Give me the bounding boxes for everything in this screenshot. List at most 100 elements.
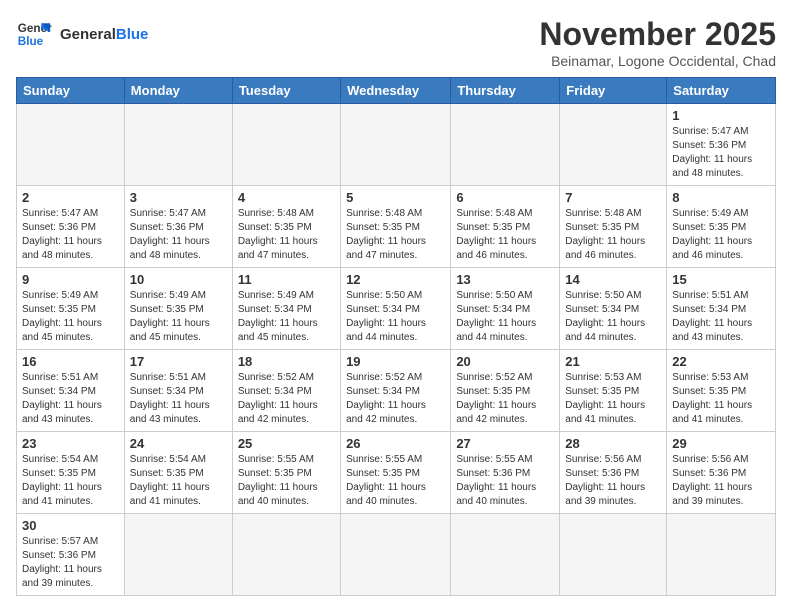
day-number: 28	[565, 436, 661, 451]
calendar-cell	[667, 514, 776, 596]
day-info: Sunrise: 5:56 AM Sunset: 5:36 PM Dayligh…	[672, 453, 770, 509]
calendar-cell	[560, 104, 667, 186]
day-info: Sunrise: 5:47 AM Sunset: 5:36 PM Dayligh…	[130, 207, 227, 263]
day-number: 25	[238, 436, 335, 451]
day-info: Sunrise: 5:56 AM Sunset: 5:36 PM Dayligh…	[565, 453, 661, 509]
calendar-cell: 14 Sunrise: 5:50 AM Sunset: 5:34 PM Dayli…	[560, 268, 667, 350]
calendar-cell: 23 Sunrise: 5:54 AM Sunset: 5:35 PM Dayli…	[17, 432, 125, 514]
day-number: 9	[22, 272, 119, 287]
calendar-cell	[451, 514, 560, 596]
calendar-cell	[232, 514, 340, 596]
calendar-cell: 6 Sunrise: 5:48 AM Sunset: 5:35 PM Daylig…	[451, 186, 560, 268]
day-number: 27	[456, 436, 554, 451]
day-info: Sunrise: 5:49 AM Sunset: 5:34 PM Dayligh…	[238, 289, 335, 345]
calendar-cell: 1 Sunrise: 5:47 AM Sunset: 5:36 PM Daylig…	[667, 104, 776, 186]
calendar-cell: 21 Sunrise: 5:53 AM Sunset: 5:35 PM Dayli…	[560, 350, 667, 432]
day-info: Sunrise: 5:53 AM Sunset: 5:35 PM Dayligh…	[565, 371, 661, 427]
weekday-header-sunday: Sunday	[17, 78, 125, 104]
weekday-header-row: SundayMondayTuesdayWednesdayThursdayFrid…	[17, 78, 776, 104]
day-info: Sunrise: 5:52 AM Sunset: 5:34 PM Dayligh…	[346, 371, 445, 427]
calendar-cell	[232, 104, 340, 186]
calendar-cell: 13 Sunrise: 5:50 AM Sunset: 5:34 PM Dayli…	[451, 268, 560, 350]
day-number: 10	[130, 272, 227, 287]
calendar-cell: 3 Sunrise: 5:47 AM Sunset: 5:36 PM Daylig…	[124, 186, 232, 268]
calendar-cell: 26 Sunrise: 5:55 AM Sunset: 5:35 PM Dayli…	[341, 432, 451, 514]
calendar-cell: 20Sunrise: 5:52 AM Sunset: 5:35 PM Dayli…	[451, 350, 560, 432]
day-info: Sunrise: 5:50 AM Sunset: 5:34 PM Dayligh…	[565, 289, 661, 345]
day-number: 29	[672, 436, 770, 451]
day-number: 15	[672, 272, 770, 287]
day-number: 23	[22, 436, 119, 451]
svg-text:Blue: Blue	[18, 35, 44, 48]
day-number: 21	[565, 354, 661, 369]
day-number: 22	[672, 354, 770, 369]
day-info: Sunrise: 5:47 AM Sunset: 5:36 PM Dayligh…	[672, 125, 770, 181]
calendar-cell	[560, 514, 667, 596]
calendar-cell: 18Sunrise: 5:52 AM Sunset: 5:34 PM Dayli…	[232, 350, 340, 432]
day-number: 17	[130, 354, 227, 369]
calendar-table: SundayMondayTuesdayWednesdayThursdayFrid…	[16, 77, 776, 596]
calendar-week-3: 9 Sunrise: 5:49 AM Sunset: 5:35 PM Daylig…	[17, 268, 776, 350]
calendar-cell	[451, 104, 560, 186]
calendar-cell: 7 Sunrise: 5:48 AM Sunset: 5:35 PM Daylig…	[560, 186, 667, 268]
day-number: 11	[238, 272, 335, 287]
title-block: November 2025 Beinamar, Logone Occidenta…	[539, 16, 776, 69]
calendar-cell: 22 Sunrise: 5:53 AM Sunset: 5:35 PM Dayli…	[667, 350, 776, 432]
day-info: Sunrise: 5:53 AM Sunset: 5:35 PM Dayligh…	[672, 371, 770, 427]
day-info: Sunrise: 5:50 AM Sunset: 5:34 PM Dayligh…	[456, 289, 554, 345]
day-number: 14	[565, 272, 661, 287]
day-info: Sunrise: 5:51 AM Sunset: 5:34 PM Dayligh…	[130, 371, 227, 427]
day-number: 16	[22, 354, 119, 369]
calendar-cell: 4Sunrise: 5:48 AM Sunset: 5:35 PM Daylig…	[232, 186, 340, 268]
calendar-week-2: 2Sunrise: 5:47 AM Sunset: 5:36 PM Daylig…	[17, 186, 776, 268]
day-info: Sunrise: 5:51 AM Sunset: 5:34 PM Dayligh…	[22, 371, 119, 427]
day-number: 13	[456, 272, 554, 287]
day-number: 7	[565, 190, 661, 205]
day-info: Sunrise: 5:55 AM Sunset: 5:35 PM Dayligh…	[238, 453, 335, 509]
day-number: 6	[456, 190, 554, 205]
day-number: 1	[672, 108, 770, 123]
weekday-header-wednesday: Wednesday	[341, 78, 451, 104]
calendar-week-4: 16 Sunrise: 5:51 AM Sunset: 5:34 PM Dayli…	[17, 350, 776, 432]
day-info: Sunrise: 5:47 AM Sunset: 5:36 PM Dayligh…	[22, 207, 119, 263]
logo-text: GeneralBlue	[60, 26, 148, 43]
day-info: Sunrise: 5:48 AM Sunset: 5:35 PM Dayligh…	[456, 207, 554, 263]
day-info: Sunrise: 5:49 AM Sunset: 5:35 PM Dayligh…	[22, 289, 119, 345]
month-title: November 2025	[539, 16, 776, 53]
day-number: 19	[346, 354, 445, 369]
calendar-cell: 2Sunrise: 5:47 AM Sunset: 5:36 PM Daylig…	[17, 186, 125, 268]
calendar-cell: 28 Sunrise: 5:56 AM Sunset: 5:36 PM Dayli…	[560, 432, 667, 514]
weekday-header-monday: Monday	[124, 78, 232, 104]
day-info: Sunrise: 5:51 AM Sunset: 5:34 PM Dayligh…	[672, 289, 770, 345]
day-number: 30	[22, 518, 119, 533]
logo: General Blue GeneralBlue	[16, 16, 148, 52]
day-number: 4	[238, 190, 335, 205]
weekday-header-friday: Friday	[560, 78, 667, 104]
location-subtitle: Beinamar, Logone Occidental, Chad	[539, 53, 776, 69]
day-info: Sunrise: 5:48 AM Sunset: 5:35 PM Dayligh…	[346, 207, 445, 263]
day-info: Sunrise: 5:49 AM Sunset: 5:35 PM Dayligh…	[130, 289, 227, 345]
weekday-header-thursday: Thursday	[451, 78, 560, 104]
day-info: Sunrise: 5:48 AM Sunset: 5:35 PM Dayligh…	[565, 207, 661, 263]
weekday-header-tuesday: Tuesday	[232, 78, 340, 104]
day-number: 24	[130, 436, 227, 451]
day-number: 12	[346, 272, 445, 287]
calendar-cell: 15 Sunrise: 5:51 AM Sunset: 5:34 PM Dayli…	[667, 268, 776, 350]
day-number: 3	[130, 190, 227, 205]
calendar-cell: 9 Sunrise: 5:49 AM Sunset: 5:35 PM Daylig…	[17, 268, 125, 350]
calendar-cell	[341, 514, 451, 596]
calendar-week-6: 30 Sunrise: 5:57 AM Sunset: 5:36 PM Dayli…	[17, 514, 776, 596]
day-info: Sunrise: 5:55 AM Sunset: 5:35 PM Dayligh…	[346, 453, 445, 509]
calendar-cell: 29 Sunrise: 5:56 AM Sunset: 5:36 PM Dayli…	[667, 432, 776, 514]
day-number: 26	[346, 436, 445, 451]
calendar-cell: 24Sunrise: 5:54 AM Sunset: 5:35 PM Dayli…	[124, 432, 232, 514]
day-number: 18	[238, 354, 335, 369]
day-info: Sunrise: 5:57 AM Sunset: 5:36 PM Dayligh…	[22, 535, 119, 591]
calendar-week-1: 1 Sunrise: 5:47 AM Sunset: 5:36 PM Daylig…	[17, 104, 776, 186]
calendar-cell: 27Sunrise: 5:55 AM Sunset: 5:36 PM Dayli…	[451, 432, 560, 514]
day-info: Sunrise: 5:54 AM Sunset: 5:35 PM Dayligh…	[22, 453, 119, 509]
day-number: 5	[346, 190, 445, 205]
calendar-cell: 17 Sunrise: 5:51 AM Sunset: 5:34 PM Dayli…	[124, 350, 232, 432]
day-info: Sunrise: 5:50 AM Sunset: 5:34 PM Dayligh…	[346, 289, 445, 345]
calendar-cell	[17, 104, 125, 186]
